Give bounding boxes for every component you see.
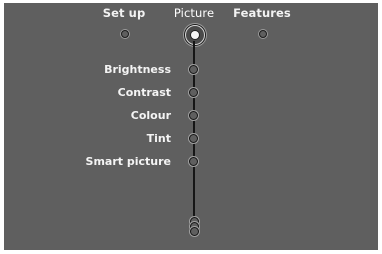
tab-set-up[interactable]: Set up — [84, 6, 164, 38]
menu-item-label: Contrast — [117, 86, 171, 99]
menu-item-label: Brightness — [104, 63, 171, 76]
menu-item-contrast[interactable]: Contrast — [64, 86, 204, 100]
more-items-indicator[interactable] — [189, 217, 199, 237]
circle-dot-icon — [259, 30, 267, 38]
tv-menu-screen: Set up Picture Features Brightness Contr… — [4, 3, 378, 250]
menu-item-smart-picture[interactable]: Smart picture — [64, 155, 204, 169]
circle-dot-icon — [189, 111, 198, 120]
tab-label: Features — [233, 6, 291, 20]
circle-dot-icon — [189, 65, 198, 74]
menu-item-label: Tint — [146, 132, 171, 145]
circle-dot-icon — [189, 157, 198, 166]
circle-dot-icon — [121, 30, 129, 38]
stacked-dots-icon — [190, 227, 199, 236]
menu-item-tint[interactable]: Tint — [64, 132, 204, 146]
circle-dot-icon — [189, 134, 198, 143]
menu-item-label: Smart picture — [85, 155, 171, 168]
tab-label: Set up — [102, 6, 146, 20]
target-icon — [185, 25, 205, 45]
menu-item-label: Colour — [130, 109, 171, 122]
tab-features[interactable]: Features — [222, 6, 302, 38]
menu-item-brightness[interactable]: Brightness — [64, 63, 204, 77]
circle-dot-icon — [189, 88, 198, 97]
menu-item-colour[interactable]: Colour — [64, 109, 204, 123]
